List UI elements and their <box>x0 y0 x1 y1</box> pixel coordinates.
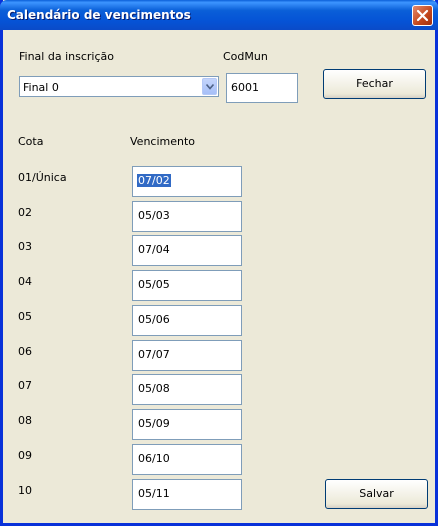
vencimento-value-7: 05/08 <box>138 382 170 395</box>
vencimento-field-8[interactable]: 05/09 <box>132 409 242 440</box>
cota-header: Cota <box>18 135 44 148</box>
cota-label-8: 08 <box>18 414 32 427</box>
cota-label-4: 04 <box>18 275 32 288</box>
vencimento-value-5: 05/06 <box>138 313 170 326</box>
cota-label-1: 01/Única <box>18 171 67 184</box>
vencimento-value-3: 07/04 <box>138 243 170 256</box>
vencimento-field-2[interactable]: 05/03 <box>132 201 242 232</box>
dialog-window: Calendário de vencimentos Final da inscr… <box>0 0 438 526</box>
vencimento-field-3[interactable]: 07/04 <box>132 235 242 266</box>
vencimento-value-6: 07/07 <box>138 348 170 361</box>
vencimento-field-7[interactable]: 05/08 <box>132 374 242 405</box>
vencimento-value-2: 05/03 <box>138 209 170 222</box>
cota-label-7: 07 <box>18 379 32 392</box>
codmun-value: 6001 <box>231 81 259 94</box>
vencimento-value-1: 07/02 <box>137 174 171 187</box>
final-select[interactable]: Final 0 <box>19 76 219 97</box>
vencimento-field-1[interactable]: 07/02 <box>132 166 242 197</box>
final-label: Final da inscrição <box>19 50 114 63</box>
vencimento-field-5[interactable]: 05/06 <box>132 305 242 336</box>
fechar-button[interactable]: Fechar <box>323 69 426 99</box>
cota-label-9: 09 <box>18 449 32 462</box>
fechar-button-label: Fechar <box>356 77 393 90</box>
close-icon <box>416 9 429 22</box>
codmun-field[interactable]: 6001 <box>226 73 298 103</box>
final-select-value: Final 0 <box>23 81 59 94</box>
codmun-label: CodMun <box>223 50 268 63</box>
cota-label-2: 02 <box>18 206 32 219</box>
dropdown-button[interactable] <box>202 78 217 95</box>
vencimento-field-10[interactable]: 05/11 <box>132 479 242 510</box>
salvar-button[interactable]: Salvar <box>325 479 428 509</box>
vencimento-header: Vencimento <box>130 135 196 148</box>
close-button[interactable] <box>412 5 433 26</box>
vencimento-field-4[interactable]: 05/05 <box>132 270 242 301</box>
vencimento-value-8: 05/09 <box>138 417 170 430</box>
cota-label-6: 06 <box>18 345 32 358</box>
chevron-down-icon <box>206 84 214 90</box>
vencimento-value-4: 05/05 <box>138 278 170 291</box>
title-bar[interactable]: Calendário de vencimentos <box>0 0 438 30</box>
vencimento-value-10: 05/11 <box>138 487 170 500</box>
window-title: Calendário de vencimentos <box>7 8 191 22</box>
vencimento-field-9[interactable]: 06/10 <box>132 444 242 475</box>
salvar-button-label: Salvar <box>359 487 394 500</box>
vencimento-field-6[interactable]: 07/07 <box>132 340 242 371</box>
cota-label-5: 05 <box>18 310 32 323</box>
cota-label-3: 03 <box>18 240 32 253</box>
cota-label-10: 10 <box>18 484 32 497</box>
vencimento-value-9: 06/10 <box>138 452 170 465</box>
